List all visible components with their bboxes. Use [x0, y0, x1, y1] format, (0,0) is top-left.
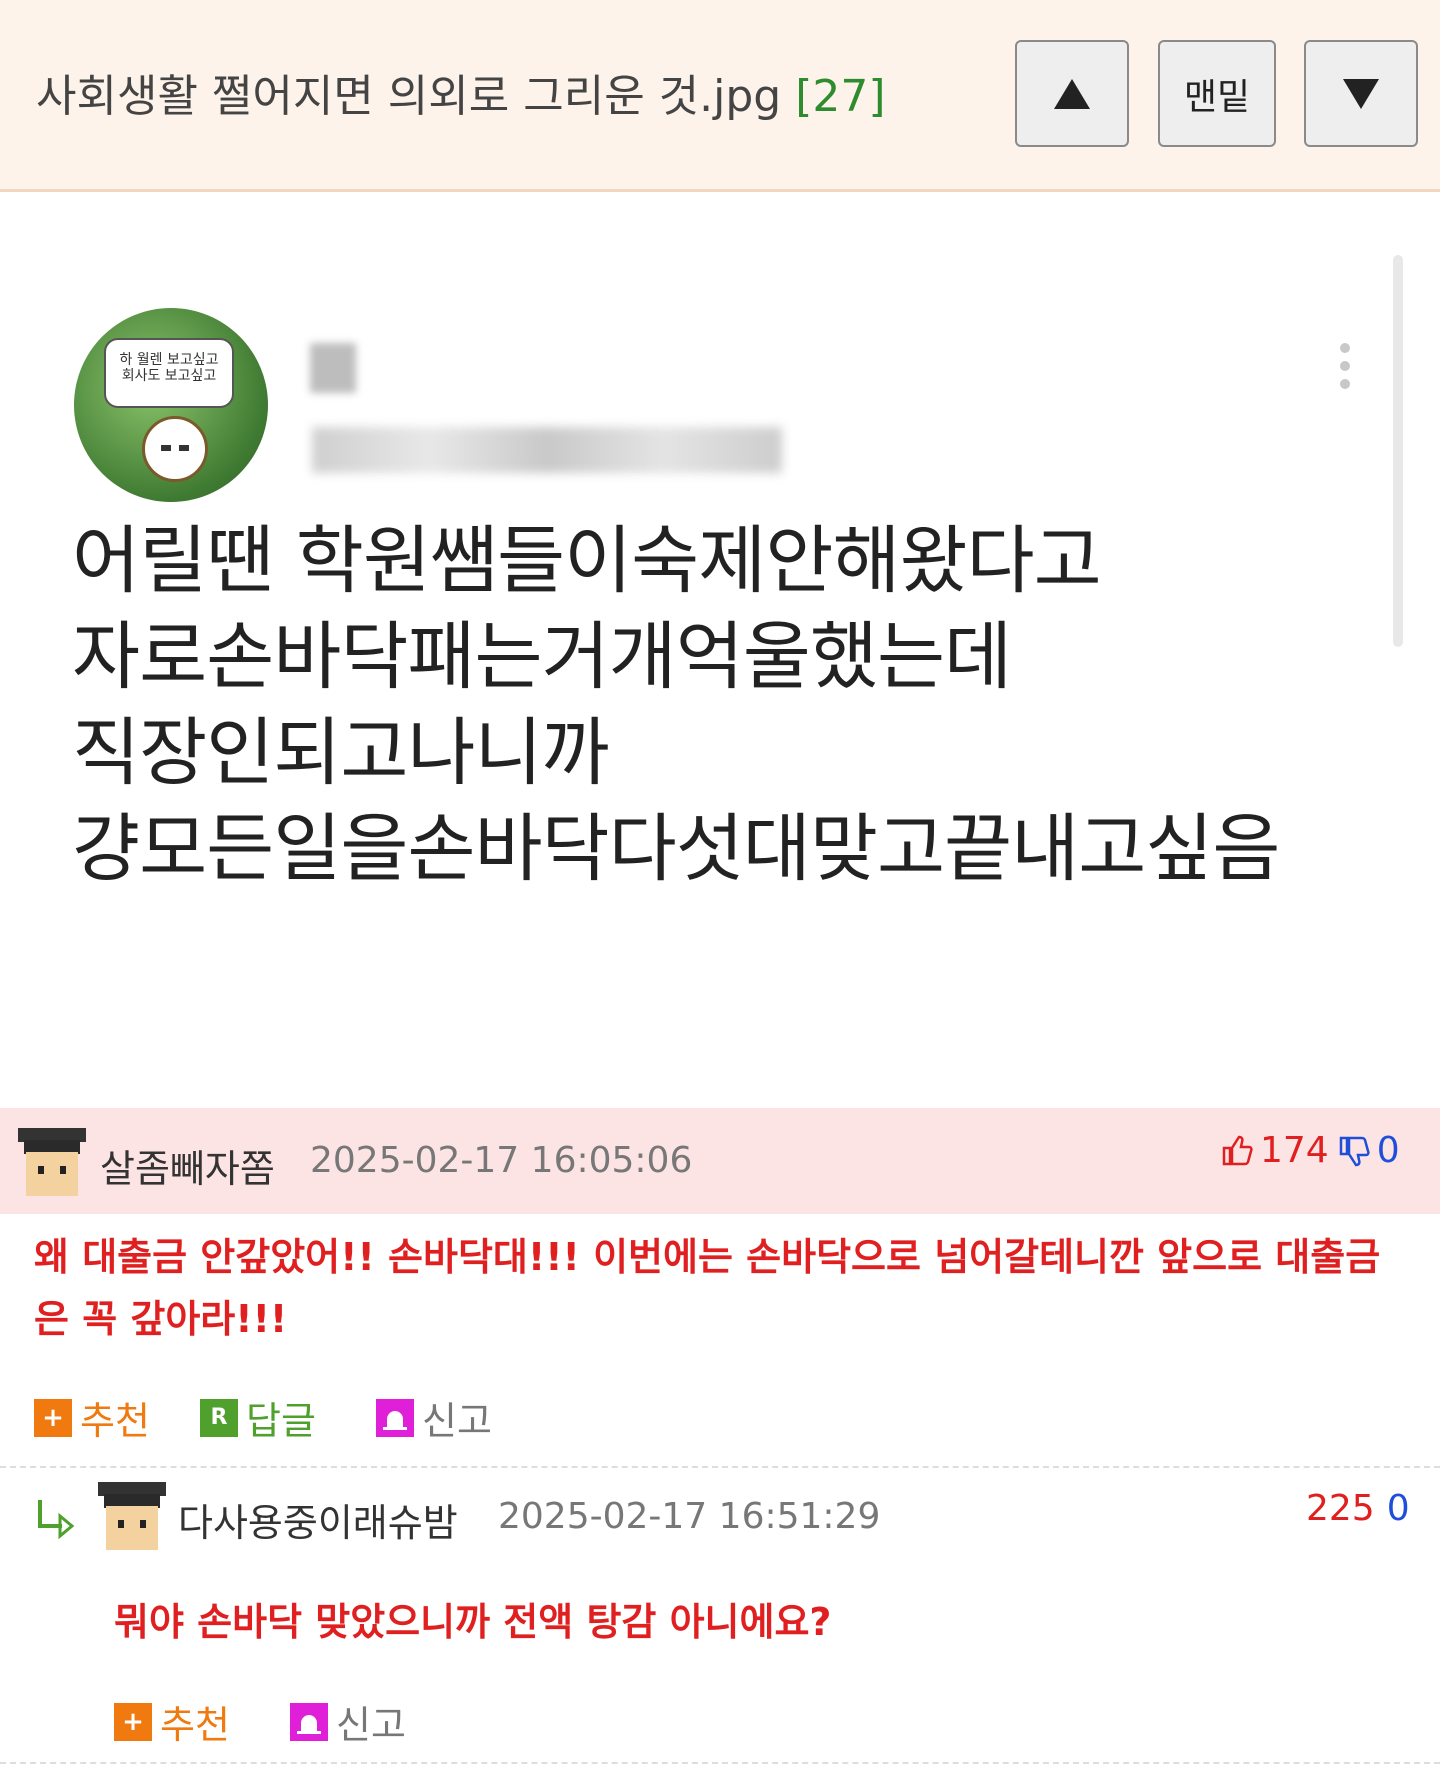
siren-icon	[290, 1702, 328, 1741]
recommend-label: 추천	[160, 1703, 230, 1747]
comment-header: 살좀빼자쫌 2025-02-17 16:05:06 174 0	[0, 1108, 1440, 1214]
avatar-character	[142, 416, 208, 482]
upvote-count: 174	[1260, 1130, 1329, 1171]
report-button[interactable]: 신고	[376, 1390, 492, 1445]
report-label: 신고	[336, 1703, 406, 1747]
post-title-text: 사회생활 쩔어지면 의외로 그리운 것.jpg	[36, 71, 782, 122]
comment-username[interactable]: 살좀빼자쫌	[100, 1138, 275, 1193]
reply-arrow-icon	[38, 1500, 75, 1540]
user-level-icon	[98, 1482, 166, 1550]
recommend-button[interactable]: + 추천	[34, 1390, 150, 1445]
thumbs-down-icon	[1339, 1136, 1370, 1166]
comment-divider	[0, 1466, 1440, 1468]
post-line: 걍모든일을손바닥다섯대맞고끝내고싶음	[72, 806, 1280, 892]
recommend-label: 추천	[80, 1399, 150, 1443]
report-label: 신고	[422, 1399, 492, 1443]
blurred-handle	[312, 427, 782, 473]
avatar-speech-bubble: 하 월렌 보고싶고 회사도 보고싶고	[104, 338, 234, 408]
comment-divider	[0, 1762, 1440, 1764]
top-bar: 사회생활 쩔어지면 의외로 그리운 것.jpg [27] 맨밑	[0, 0, 1440, 192]
post-text: 어릴땐 학원쌤들이숙제안해왔다고 자로손바닥패는거개억울했는데 직장인되고나니까…	[72, 513, 1280, 897]
profile-avatar: 하 월렌 보고싶고 회사도 보고싶고	[74, 308, 268, 502]
post-title: 사회생활 쩔어지면 의외로 그리운 것.jpg [27]	[36, 60, 886, 124]
image-scrollbar	[1393, 255, 1403, 647]
vote-counts: 225 0	[1306, 1488, 1410, 1529]
siren-icon	[376, 1398, 414, 1437]
more-options-icon	[1340, 343, 1350, 389]
vote-counts: 174 0	[1220, 1130, 1400, 1171]
comment-username[interactable]: 다사용중이래슈밤	[178, 1492, 458, 1547]
post-line: 자로손바닥패는거개억울했는데	[72, 614, 1012, 700]
comment-date: 2025-02-17 16:51:29	[498, 1496, 881, 1537]
downvote-count: 0	[1376, 1130, 1400, 1171]
post-image: 하 월렌 보고싶고 회사도 보고싶고 어릴땐 학원쌤들이숙제안해왔다고 자로손바…	[0, 195, 1440, 1105]
plus-icon: +	[114, 1702, 152, 1741]
up-arrow-icon	[1054, 78, 1090, 109]
post-line: 직장인되고나니까	[72, 710, 610, 796]
upvote-count: 225	[1306, 1488, 1375, 1529]
blurred-username	[310, 343, 356, 393]
scroll-bottom-button[interactable]: 맨밑	[1158, 40, 1276, 147]
downvote-count: 0	[1386, 1488, 1410, 1529]
reply-button[interactable]: R 답글	[200, 1390, 316, 1445]
plus-icon: +	[34, 1398, 72, 1437]
scroll-down-button[interactable]	[1304, 40, 1418, 147]
post-line: 어릴땐 학원쌤들이숙제안해왔다고	[72, 518, 1102, 604]
comment-count[interactable]: [27]	[795, 71, 885, 122]
thumbs-up-icon	[1222, 1135, 1253, 1165]
report-button[interactable]: 신고	[290, 1694, 406, 1749]
user-level-icon	[18, 1128, 86, 1196]
down-arrow-icon	[1343, 78, 1379, 109]
recommend-button[interactable]: + 추천	[114, 1694, 230, 1749]
comment-text: 뭐야 손바닥 맞았으니까 전액 탕감 아니에요?	[114, 1600, 832, 1644]
comment-date: 2025-02-17 16:05:06	[310, 1140, 693, 1181]
reply-icon: R	[200, 1398, 238, 1437]
comment-text: 왜 대출금 안갚았어!! 손바닥대!!! 이번에는 손바닥으로 넘어갈테니깐 앞…	[34, 1235, 1381, 1341]
scroll-up-button[interactable]	[1015, 40, 1129, 147]
reply-label: 답글	[246, 1399, 316, 1443]
